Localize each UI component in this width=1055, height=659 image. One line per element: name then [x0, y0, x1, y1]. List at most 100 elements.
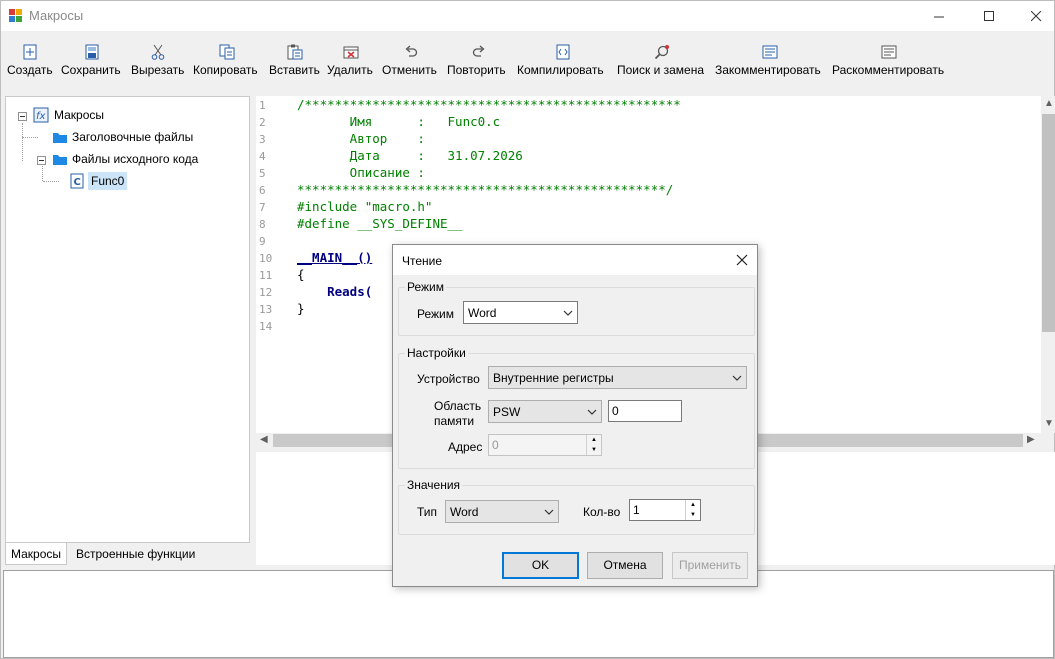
dialog-title-bar: Чтение [393, 245, 757, 275]
app-icon [9, 9, 23, 23]
line-number: 8 [259, 218, 266, 231]
comment-button[interactable]: Закомментировать [715, 41, 824, 81]
chevron-down-icon [544, 509, 554, 515]
chevron-down-icon [732, 375, 742, 381]
toolbar: Создать Сохранить Вырезать Копировать Вс… [1, 31, 1054, 87]
macro-editor-window: Макросы Создать Сохранить Вырезать Копир… [0, 0, 1055, 659]
comment-label: Закомментировать [715, 63, 821, 77]
address-stepper[interactable]: 0 ▲ ▼ [488, 434, 602, 456]
cancel-button[interactable]: Отмена [587, 552, 663, 579]
code-line: } [297, 301, 305, 316]
minimize-button[interactable] [916, 1, 962, 31]
c-file-icon: C [70, 173, 84, 189]
close-window-button[interactable] [1013, 1, 1055, 31]
delete-label: Удалить [327, 63, 373, 77]
count-label: Кол-во [583, 505, 621, 519]
memory-area-select-value: PSW [493, 405, 521, 419]
settings-group: Настройки Устройство Внутренние регистры… [398, 346, 755, 469]
line-number: 3 [259, 133, 266, 146]
memory-area-offset-input[interactable]: 0 [608, 400, 682, 422]
type-select-value: Word [450, 505, 479, 519]
vertical-scrollbar[interactable]: ▲ ▼ [1041, 96, 1055, 433]
macro-root-icon: fx [33, 107, 49, 123]
undo-button[interactable]: Отменить [382, 41, 440, 81]
code-line: Имя : Func0.c [297, 114, 501, 129]
line-number: 12 [259, 286, 273, 299]
line-number: 4 [259, 150, 266, 163]
code-line: { [297, 267, 305, 282]
copy-button[interactable]: Копировать [193, 41, 260, 81]
spin-up-icon[interactable]: ▲ [686, 500, 700, 510]
apply-button[interactable]: Применить [672, 552, 748, 579]
create-button[interactable]: Создать [7, 41, 53, 81]
address-spin[interactable]: ▲ ▼ [586, 435, 601, 455]
close-icon [736, 254, 748, 266]
chevron-down-icon [563, 310, 573, 316]
chevron-down-icon [587, 409, 597, 415]
spin-down-icon[interactable]: ▼ [686, 510, 700, 520]
vertical-scroll-thumb[interactable] [1042, 114, 1055, 332]
uncomment-button[interactable]: Раскомментировать [832, 41, 946, 81]
redo-button[interactable]: Повторить [447, 41, 510, 81]
settings-group-title: Настройки [405, 346, 468, 360]
scroll-right-icon[interactable]: ▶ [1027, 434, 1035, 445]
values-group-title: Значения [405, 478, 463, 492]
line-number: 7 [259, 201, 266, 214]
count-stepper[interactable]: 1 ▲ ▼ [629, 499, 701, 521]
values-group: Значения Тип Word Кол-во 1 ▲ ▼ [398, 478, 755, 535]
mode-select[interactable]: Word [463, 301, 578, 324]
memory-area-label-line2: памяти [434, 414, 475, 428]
save-icon [85, 44, 99, 60]
minimize-icon [933, 16, 944, 17]
cut-button[interactable]: Вырезать [131, 41, 185, 81]
count-spin[interactable]: ▲ ▼ [685, 500, 700, 520]
ok-button[interactable]: OK [502, 552, 579, 579]
type-select[interactable]: Word [445, 500, 559, 523]
tab-builtin-functions[interactable]: Встроенные функции [71, 543, 200, 565]
line-number: 13 [259, 303, 273, 316]
scroll-left-icon[interactable]: ◀ [260, 434, 268, 445]
save-label: Сохранить [61, 63, 121, 77]
memory-area-select[interactable]: PSW [488, 400, 602, 423]
undo-label: Отменить [382, 63, 437, 77]
spin-up-icon[interactable]: ▲ [587, 435, 601, 445]
tree-func0-label: Func0 [88, 172, 128, 190]
cut-label: Вырезать [131, 63, 185, 77]
dialog-close-button[interactable] [733, 251, 751, 269]
device-select[interactable]: Внутренние регистры [488, 366, 747, 389]
code-line: /***************************************… [297, 97, 681, 112]
scroll-down-icon[interactable]: ▼ [1044, 418, 1054, 429]
new-file-icon [23, 44, 36, 60]
find-replace-button[interactable]: Поиск и замена [617, 41, 707, 81]
copy-label: Копировать [193, 63, 258, 77]
line-number: 5 [259, 167, 266, 180]
create-label: Создать [7, 63, 53, 77]
dialog-title: Чтение [402, 254, 443, 268]
paste-button[interactable]: Вставить [269, 41, 320, 81]
tab-macros[interactable]: Макросы [5, 543, 68, 565]
copy-icon [219, 44, 234, 60]
mode-label: Режим [417, 307, 454, 321]
spin-down-icon[interactable]: ▼ [587, 445, 601, 455]
save-button[interactable]: Сохранить [61, 41, 123, 81]
svg-text:C: C [74, 177, 81, 188]
compile-button[interactable]: Компилировать [517, 41, 609, 81]
maximize-icon [983, 10, 994, 21]
memory-area-offset-value: 0 [612, 404, 619, 418]
tree-collapse-root[interactable] [18, 112, 27, 121]
mode-group-title: Режим [405, 280, 446, 294]
svg-text:fx: fx [36, 111, 46, 122]
maximize-button[interactable] [966, 1, 1012, 31]
delete-button[interactable]: Удалить [327, 41, 375, 81]
address-label: Адрес [448, 440, 483, 454]
code-line: #define __SYS_DEFINE__ [297, 216, 463, 231]
code-line: ****************************************… [297, 182, 674, 197]
tree-collapse-sources[interactable] [37, 156, 46, 165]
scroll-up-icon[interactable]: ▲ [1044, 98, 1054, 109]
undo-icon [405, 45, 418, 57]
code-line: Дата : 31.07.2026 [297, 148, 523, 163]
count-value: 1 [633, 503, 640, 517]
find-replace-icon [654, 45, 669, 60]
redo-label: Повторить [447, 63, 506, 77]
tree-sources-label: Файлы исходного кода [72, 152, 199, 166]
